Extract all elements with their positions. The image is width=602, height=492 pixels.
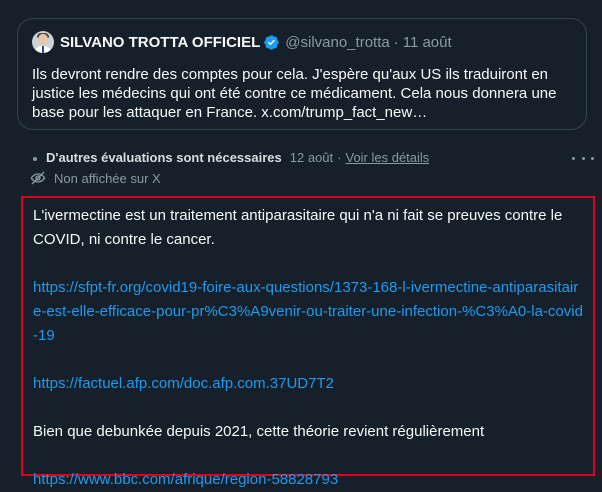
note-statement-text: Bien que debunkée depuis 2021, cette thé… — [33, 423, 485, 440]
meta-separator: · — [337, 150, 342, 165]
see-details-link[interactable]: Voir les détails — [345, 150, 429, 165]
quoted-tweet-card[interactable]: SILVANO TROTTA OFFICIEL @silvano_trotta … — [17, 18, 587, 130]
rating-status: D'autres évaluations sont nécessaires — [46, 150, 282, 165]
verified-badge-icon — [264, 34, 280, 50]
tweet-date[interactable]: 11 août — [403, 34, 452, 51]
note-link-sfpt[interactable]: https://sfpt-fr.org/covid19-foire-aux-qu… — [33, 279, 583, 344]
visibility-status-text: Non affichée sur X — [54, 170, 161, 186]
note-intro-text: L'ivermectine est un traitement antipara… — [33, 207, 563, 248]
note-date: 12 août — [289, 150, 334, 165]
eye-off-icon — [30, 171, 46, 185]
quoted-tweet-header: SILVANO TROTTA OFFICIEL @silvano_trotta … — [32, 31, 452, 53]
note-link-afp[interactable]: https://factuel.afp.com/doc.afp.com.37UD… — [33, 375, 334, 392]
header-separator: · — [393, 33, 399, 51]
avatar[interactable] — [32, 31, 54, 53]
more-horizontal-icon[interactable] — [572, 150, 594, 166]
visibility-status: Non affichée sur X — [30, 170, 161, 186]
community-note-meta: D'autres évaluations sont nécessaires 12… — [30, 150, 429, 165]
community-note-highlight-frame: L'ivermectine est un traitement antipara… — [21, 196, 595, 488]
author-handle[interactable]: @silvano_trotta — [285, 34, 389, 51]
note-link-bbc[interactable]: https://www.bbc.com/afrique/region-58828… — [33, 471, 338, 488]
quoted-tweet-text: Ils devront rendre des comptes pour cela… — [32, 66, 557, 121]
author-name[interactable]: SILVANO TROTTA OFFICIEL — [60, 34, 260, 51]
community-note-body: L'ivermectine est un traitement antipara… — [33, 204, 585, 492]
